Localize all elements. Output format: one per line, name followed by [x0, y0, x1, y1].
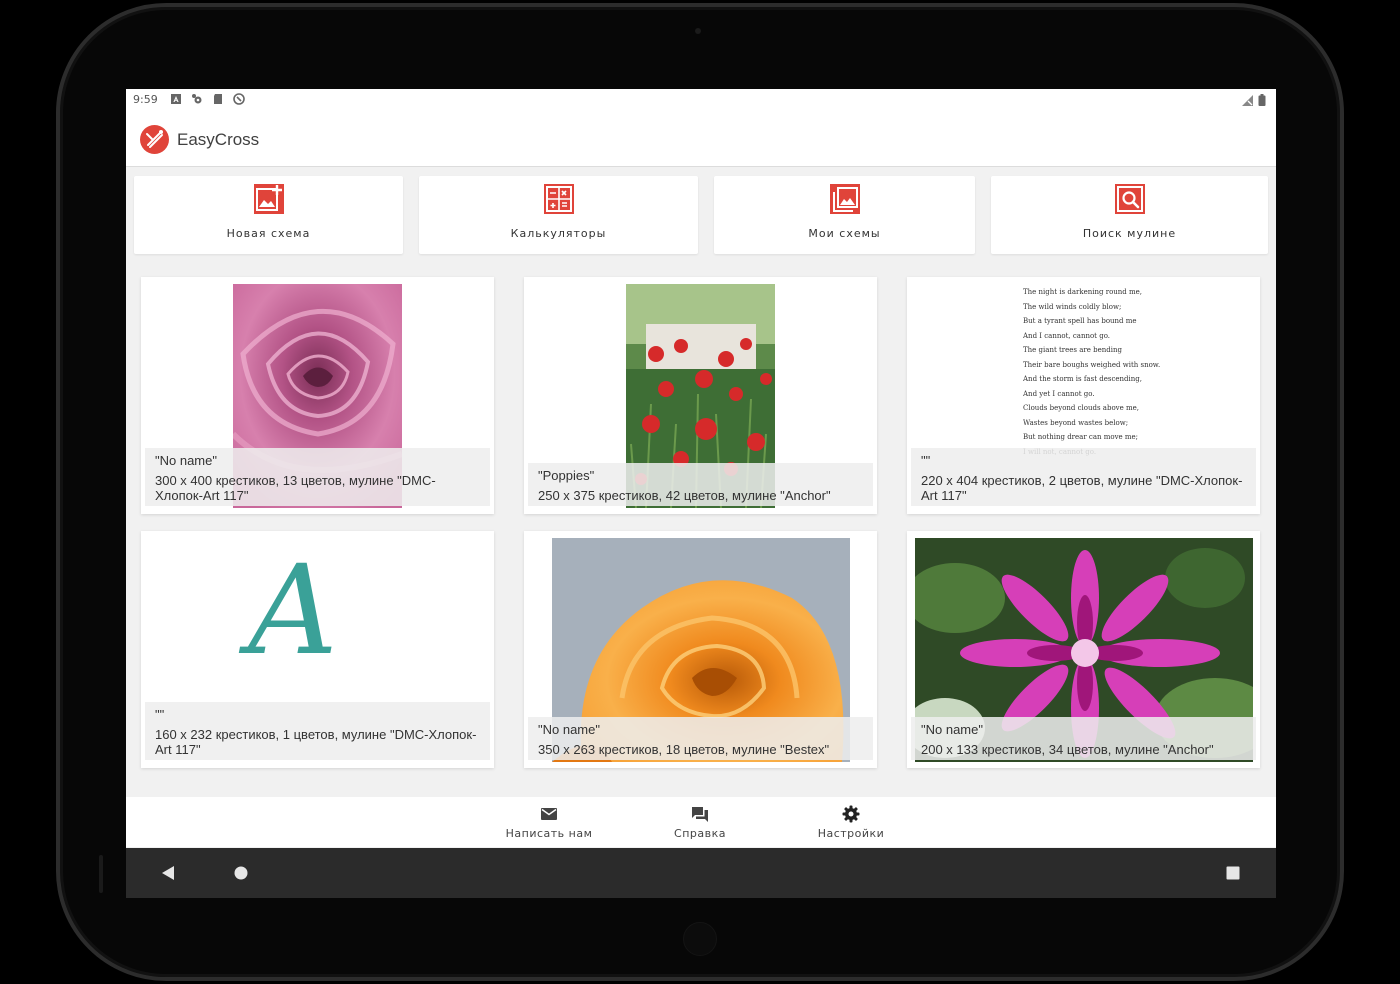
system-navigation-bar	[126, 848, 1276, 898]
poem-line: Wastes beyond wastes below;	[1023, 418, 1129, 427]
hardware-home-button	[683, 922, 717, 956]
calculators-label: Калькуляторы	[510, 227, 607, 240]
pattern-name: "No name"	[921, 722, 983, 737]
recents-icon[interactable]	[1226, 866, 1240, 880]
poem-line: The night is darkening round me,	[1023, 288, 1143, 296]
device-screen: 9:59 EasyCross Новая схема Калькуляторы …	[126, 89, 1276, 898]
poem-line: And I cannot, cannot go.	[1023, 331, 1111, 340]
new-pattern-label: Новая схема	[226, 227, 311, 240]
pattern-name: ""	[921, 453, 931, 468]
my-patterns-button[interactable]: Мои схемы	[714, 176, 975, 254]
front-camera	[695, 28, 701, 34]
back-icon[interactable]	[161, 866, 175, 880]
side-button	[99, 855, 103, 893]
battery-icon	[1258, 94, 1266, 106]
poem-line: And the storm is fast descending,	[1023, 375, 1142, 383]
pattern-details: 220 x 404 крестиков, 2 цветов, мулине "D…	[921, 473, 1243, 503]
calculator-icon	[543, 184, 574, 214]
pattern-preview-letter: A	[248, 539, 338, 683]
pattern-details: 350 x 263 крестиков, 18 цветов, мулине "…	[538, 742, 830, 757]
settings-icon	[842, 805, 860, 823]
signal-icon	[1242, 94, 1253, 106]
poem-line: But a tyrant spell has bound me	[1023, 317, 1137, 325]
settings-label: Настройки	[817, 827, 885, 840]
gear-notification-icon	[192, 94, 202, 104]
pattern-caption: "" 160 x 232 крестиков, 1 цветов, мулине…	[145, 702, 490, 760]
floss-search-label: Поиск мулине	[1082, 227, 1177, 240]
status-time: 9:59	[133, 93, 158, 106]
calculators-button[interactable]: Калькуляторы	[419, 176, 698, 254]
pattern-caption: "No name" 200 x 133 крестиков, 34 цветов…	[911, 717, 1256, 760]
pattern-caption: "No name" 300 x 400 крестиков, 13 цветов…	[145, 448, 490, 506]
poem-line: The wild winds coldly blow;	[1023, 302, 1122, 311]
floss-search-button[interactable]: Поиск мулине	[991, 176, 1268, 254]
poem-line: But nothing drear can move me;	[1023, 433, 1139, 441]
notification-a-icon	[171, 94, 181, 104]
help-label: Справка	[674, 827, 726, 840]
forum-icon	[692, 807, 708, 822]
sd-card-icon	[214, 94, 222, 104]
my-patterns-label: Мои схемы	[808, 227, 881, 240]
poem-line: Clouds beyond clouds above me,	[1023, 404, 1139, 412]
app-logo	[140, 125, 169, 154]
pattern-caption: "Poppies" 250 x 375 крестиков, 42 цветов…	[528, 463, 873, 506]
pattern-card[interactable]: "Poppies" 250 x 375 крестиков, 42 цветов…	[524, 277, 877, 514]
home-icon[interactable]	[234, 866, 248, 880]
help-button[interactable]: Справка	[640, 805, 760, 840]
pattern-details: 160 x 232 крестиков, 1 цветов, мулине "D…	[155, 727, 477, 757]
pattern-name: "No name"	[538, 722, 600, 737]
pattern-details: 300 x 400 крестиков, 13 цветов, мулине "…	[155, 473, 436, 503]
pattern-name: "No name"	[155, 453, 217, 468]
pattern-card[interactable]: The night is darkening round me, The wil…	[907, 277, 1260, 514]
poem-line: Their bare boughs weighed with snow.	[1023, 360, 1161, 369]
pattern-details: 200 x 133 крестиков, 34 цветов, мулине "…	[921, 742, 1214, 757]
pattern-name: "Poppies"	[538, 468, 595, 483]
gallery-icon	[829, 184, 860, 214]
settings-button[interactable]: Настройки	[791, 805, 911, 840]
pattern-card[interactable]: A "" 160 x 232 крестиков, 1 цветов, мули…	[141, 531, 494, 768]
cross-stitch-logo-icon	[146, 130, 163, 148]
bottom-navigation: Написать нам Справка Настройки	[126, 797, 1276, 847]
pattern-card[interactable]: "No name" 200 x 133 крестиков, 34 цветов…	[907, 531, 1260, 768]
app-bar: EasyCross	[126, 111, 1276, 167]
pattern-caption: "" 220 x 404 крестиков, 2 цветов, мулине…	[911, 448, 1256, 506]
poem-line: And yet I cannot go.	[1023, 389, 1095, 398]
add-image-icon	[253, 184, 284, 214]
write-to-us-label: Написать нам	[505, 827, 593, 840]
app-title: EasyCross	[177, 130, 260, 149]
pattern-details: 250 x 375 крестиков, 42 цветов, мулине "…	[538, 488, 831, 503]
pattern-caption: "No name" 350 x 263 крестиков, 18 цветов…	[528, 717, 873, 760]
status-bar: 9:59	[126, 89, 1276, 111]
pattern-card[interactable]: "No name" 350 x 263 крестиков, 18 цветов…	[524, 531, 877, 768]
poem-line: The giant trees are bending	[1023, 346, 1122, 354]
search-icon	[1114, 184, 1145, 214]
write-to-us-button[interactable]: Написать нам	[489, 805, 609, 840]
pattern-preview-poem: The night is darkening round me, The wil…	[1023, 285, 1183, 457]
mail-icon	[541, 808, 557, 820]
pattern-card[interactable]: "No name" 300 x 400 крестиков, 13 цветов…	[141, 277, 494, 514]
pattern-name: ""	[155, 707, 165, 722]
new-pattern-button[interactable]: Новая схема	[134, 176, 403, 254]
sync-icon	[233, 93, 245, 105]
